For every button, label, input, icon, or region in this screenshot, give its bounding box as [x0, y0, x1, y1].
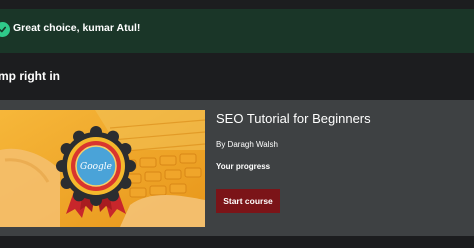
progress-label: Your progress — [216, 162, 271, 171]
check-circle-icon — [0, 22, 10, 37]
course-thumbnail[interactable]: Google — [0, 110, 205, 227]
course-card: Google SEO Tutorial for Beginners By Dar… — [0, 100, 474, 236]
section-title: mp right in — [0, 69, 60, 83]
course-instructor: By Daragh Walsh — [216, 140, 278, 149]
badge-text: Google — [80, 162, 112, 172]
success-alert: Great choice, kumar Atul! — [0, 9, 474, 53]
alert-message: Great choice, kumar Atul! — [13, 22, 141, 34]
bottom-strip — [0, 236, 474, 248]
top-strip — [0, 0, 474, 9]
course-enrolled-page: Great choice, kumar Atul! mp right in Go… — [0, 0, 474, 248]
course-title[interactable]: SEO Tutorial for Beginners — [216, 111, 371, 126]
start-course-button[interactable]: Start course — [216, 189, 280, 213]
